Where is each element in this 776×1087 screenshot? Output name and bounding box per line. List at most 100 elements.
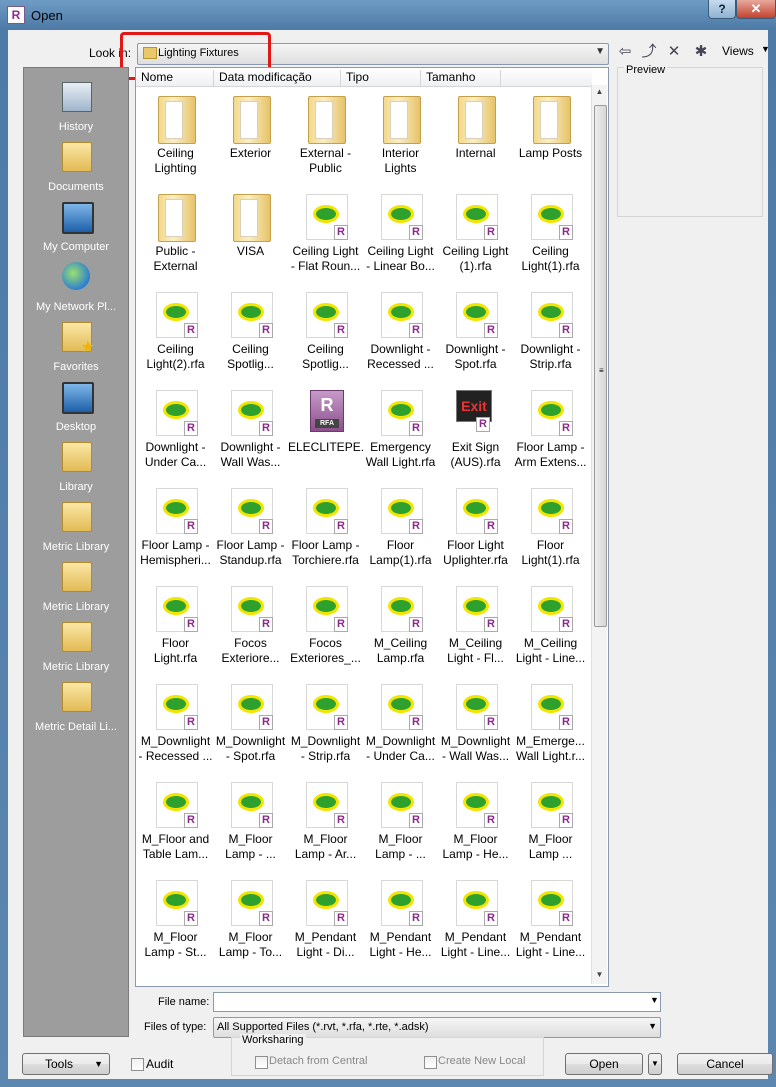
place-item[interactable]: Metric Library [24,616,128,676]
folder-item[interactable]: VISA [213,186,288,284]
create-local-checkbox[interactable] [424,1056,437,1069]
scroll-up-icon[interactable]: ▲ [594,87,605,99]
file-item[interactable]: R M_Floor Lamp - ... [363,774,438,872]
audit-checkbox[interactable] [131,1058,144,1071]
place-item[interactable]: My Network Pl... [24,256,128,316]
file-item[interactable]: R M_Floor Lamp - ... [213,774,288,872]
file-item[interactable]: R M_Floor Lamp - To... [213,872,288,970]
folder-item[interactable]: Exterior [213,88,288,186]
file-item[interactable]: R M_Pendant Light - Di... [288,872,363,970]
place-item[interactable]: Metric Library [24,556,128,616]
file-item[interactable]: R Downlight - Spot.rfa [438,284,513,382]
file-item[interactable]: R M_Downlight - Strip.rfa [288,676,363,774]
place-item[interactable]: Library [24,436,128,496]
folder-item[interactable]: Lamp Posts [513,88,588,186]
file-item[interactable]: R Floor Light Uplighter.rfa [438,480,513,578]
file-item[interactable]: R M_Emerge... Wall Light.r... [513,676,588,774]
close-button[interactable]: ✕ [736,0,776,19]
file-item[interactable]: R Floor Lamp - Standup.rfa [213,480,288,578]
place-item[interactable]: Desktop [24,376,128,436]
place-item[interactable]: History [24,76,128,136]
file-item[interactable]: R M_Ceiling Lamp.rfa [363,578,438,676]
back-icon[interactable]: ⇦ [615,42,635,62]
item-name: Floor [386,538,415,552]
file-list[interactable]: Nome Data modificação Tipo Tamanho Ceiling L… [135,67,609,987]
file-item[interactable]: R Emergency Wall Light.rfa [363,382,438,480]
column-header[interactable]: Data modificação [214,70,341,86]
delete-icon[interactable]: ✕ [664,42,684,62]
file-item[interactable]: R Floor Lamp - Arm Extens... [513,382,588,480]
file-item[interactable]: R Floor Lamp - Hemispheri... [138,480,213,578]
place-item[interactable]: Metric Detail Li... [24,676,128,736]
file-item[interactable]: R Focos Exteriore... [213,578,288,676]
file-item[interactable]: R M_Downlight - Recessed ... [138,676,213,774]
file-item[interactable]: R Ceiling Light (1).rfa [438,186,513,284]
up-folder-icon[interactable]: ⤴ [639,42,659,62]
file-item[interactable]: R Ceiling Light - Linear Bo... [363,186,438,284]
revit-family-thumbnail-icon: R [454,192,498,242]
window-title: Open [31,8,63,23]
chevron-down-icon[interactable]: ▼ [650,995,659,1005]
chevron-down-icon[interactable]: ▼ [761,44,770,54]
file-item[interactable]: R Ceiling Spotlig... [288,284,363,382]
detach-checkbox[interactable] [255,1056,268,1069]
file-item[interactable]: R M_Floor Lamp - Ar... [288,774,363,872]
help-button[interactable]: ? [708,0,736,19]
place-item[interactable]: Favorites [24,316,128,376]
open-options-chevron-icon[interactable]: ▼ [648,1053,662,1075]
file-item[interactable]: R Focos Exteriores_... [288,578,363,676]
file-item[interactable]: R Ceiling Light - Flat Roun... [288,186,363,284]
file-item[interactable]: R M_Downlight - Spot.rfa [213,676,288,774]
file-item[interactable]: R Downlight - Wall Was... [213,382,288,480]
column-header[interactable]: Tipo [341,70,421,86]
file-item[interactable]: R M_Ceiling Light - Line... [513,578,588,676]
scroll-down-icon[interactable]: ▼ [594,970,605,982]
item-name-line2: Lights [384,161,417,175]
file-item[interactable]: Exit R Exit Sign (AUS).rfa [438,382,513,480]
file-item[interactable]: R M_Downlight - Wall Was... [438,676,513,774]
file-item[interactable]: R M_Pendant Light - He... [363,872,438,970]
column-header[interactable]: Tamanho [421,70,501,86]
file-item[interactable]: R M_Pendant Light - Line... [438,872,513,970]
file-item[interactable]: R Ceiling Light(2).rfa [138,284,213,382]
file-item[interactable]: R M_Floor Lamp - St... [138,872,213,970]
revit-family-thumbnail-icon: R [304,584,348,634]
file-item[interactable]: R Floor Light.rfa [138,578,213,676]
file-name-input[interactable] [213,992,661,1012]
file-item[interactable]: R Floor Lamp(1).rfa [363,480,438,578]
folder-item[interactable]: Ceiling Lighting [138,88,213,186]
item-name: Exterior [229,146,272,160]
folder-item[interactable]: External - Public [288,88,363,186]
file-item[interactable]: R Downlight - Under Ca... [138,382,213,480]
file-item[interactable]: R Downlight - Recessed ... [363,284,438,382]
place-item[interactable]: Documents [24,136,128,196]
file-item[interactable]: R Ceiling Spotlig... [213,284,288,382]
column-header[interactable]: Nome [136,70,214,86]
file-item[interactable]: R M_Floor Lamp ... [513,774,588,872]
file-item[interactable]: R Downlight - Strip.rfa [513,284,588,382]
new-folder-icon[interactable]: ✱ [691,42,711,62]
open-button[interactable]: Open [565,1053,643,1075]
cancel-button[interactable]: Cancel [677,1053,773,1075]
title-bar[interactable]: R Open ? ✕ [0,0,776,30]
scroll-thumb[interactable]: ≡ [594,105,607,627]
file-item[interactable]: R RFA ELECLITEPE... [288,382,363,480]
place-item[interactable]: My Computer [24,196,128,256]
file-item[interactable]: R M_Ceiling Light - Fl... [438,578,513,676]
folder-item[interactable]: Internal [438,88,513,186]
file-item[interactable]: R M_Floor Lamp - He... [438,774,513,872]
tools-button[interactable]: Tools ▼ [22,1053,110,1075]
item-name-line2: Wall Light.r... [516,749,585,763]
place-item[interactable]: Metric Library [24,496,128,556]
file-item[interactable]: R M_Downlight - Under Ca... [363,676,438,774]
file-item[interactable]: R M_Pendant Light - Line... [513,872,588,970]
file-item[interactable]: R Ceiling Light(1).rfa [513,186,588,284]
folder-item[interactable]: Public - External [138,186,213,284]
file-item[interactable]: R Floor Light(1).rfa [513,480,588,578]
views-button[interactable]: Views [722,44,754,58]
history-icon [62,82,92,112]
folder-item[interactable]: Interior Lights [363,88,438,186]
file-item[interactable]: R M_Floor and Table Lam... [138,774,213,872]
file-item[interactable]: R Floor Lamp - Torchiere.rfa [288,480,363,578]
vertical-scrollbar[interactable]: ▲ ≡ ▼ [591,85,607,984]
